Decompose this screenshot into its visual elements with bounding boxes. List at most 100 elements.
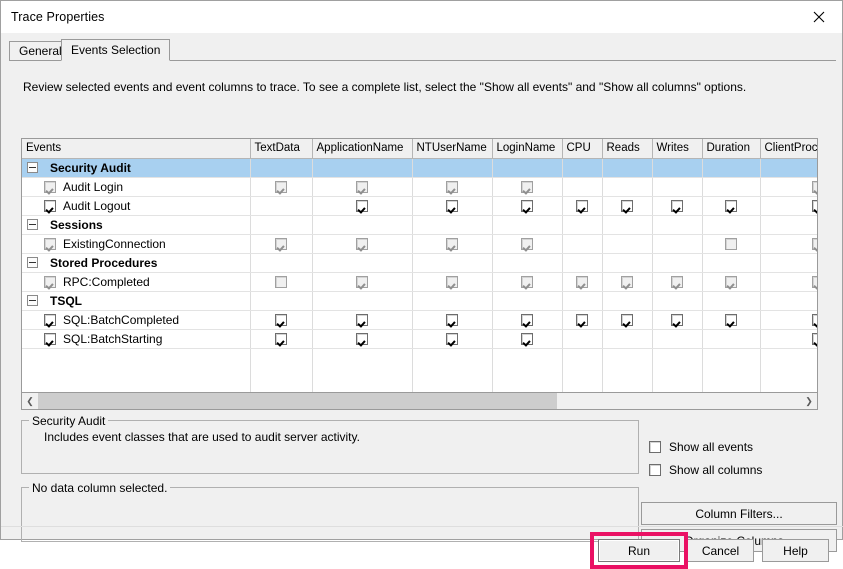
category-cell[interactable]: Stored Procedures bbox=[22, 253, 251, 273]
events-grid[interactable]: Events TextData ApplicationName NTUserNa… bbox=[21, 138, 818, 393]
column-cell[interactable] bbox=[652, 310, 703, 330]
event-row[interactable]: RPC:Completed bbox=[22, 272, 817, 292]
column-checkbox[interactable] bbox=[356, 199, 368, 212]
event-row[interactable]: Audit Login bbox=[22, 177, 817, 197]
column-checkbox[interactable] bbox=[521, 275, 533, 288]
column-cell[interactable] bbox=[492, 329, 563, 349]
column-cell[interactable] bbox=[492, 196, 563, 216]
column-checkbox[interactable] bbox=[725, 275, 737, 288]
column-cell[interactable] bbox=[492, 310, 563, 330]
column-header-loginname[interactable]: LoginName bbox=[492, 139, 563, 159]
column-cell[interactable] bbox=[562, 196, 603, 216]
event-cell[interactable]: Audit Logout bbox=[22, 196, 251, 216]
column-header-textdata[interactable]: TextData bbox=[250, 139, 313, 159]
column-checkbox[interactable] bbox=[725, 199, 737, 212]
column-cell[interactable] bbox=[652, 272, 703, 292]
column-cell[interactable] bbox=[412, 310, 493, 330]
column-cell[interactable] bbox=[562, 272, 603, 292]
column-checkbox[interactable] bbox=[671, 275, 683, 288]
column-checkbox[interactable] bbox=[356, 237, 368, 250]
column-cell[interactable] bbox=[760, 272, 817, 292]
column-cell[interactable] bbox=[702, 196, 761, 216]
column-cell[interactable] bbox=[702, 310, 761, 330]
column-checkbox[interactable] bbox=[621, 199, 633, 212]
column-cell[interactable] bbox=[602, 310, 653, 330]
column-checkbox[interactable] bbox=[521, 313, 533, 326]
column-checkbox[interactable] bbox=[446, 199, 458, 212]
column-checkbox[interactable] bbox=[521, 237, 533, 250]
category-cell[interactable]: Security Audit bbox=[22, 158, 251, 178]
tab-events-selection[interactable]: Events Selection bbox=[61, 39, 171, 61]
column-checkbox[interactable] bbox=[812, 313, 817, 326]
column-filters-button[interactable]: Column Filters... bbox=[641, 502, 837, 525]
column-checkbox[interactable] bbox=[521, 332, 533, 345]
column-cell[interactable] bbox=[492, 272, 563, 292]
close-icon[interactable] bbox=[796, 1, 842, 32]
show-all-columns-option[interactable]: Show all columns bbox=[649, 463, 762, 477]
event-enabled-checkbox[interactable] bbox=[44, 180, 56, 193]
event-cell[interactable]: SQL:BatchCompleted bbox=[22, 310, 251, 330]
event-enabled-checkbox[interactable] bbox=[44, 237, 56, 250]
column-checkbox[interactable] bbox=[812, 180, 817, 193]
column-cell[interactable] bbox=[760, 177, 817, 197]
event-enabled-checkbox[interactable] bbox=[44, 199, 56, 212]
column-cell[interactable] bbox=[412, 272, 493, 292]
column-checkbox[interactable] bbox=[671, 199, 683, 212]
column-cell[interactable] bbox=[412, 234, 493, 254]
event-cell[interactable]: SQL:BatchStarting bbox=[22, 329, 251, 349]
column-header-cpu[interactable]: CPU bbox=[562, 139, 603, 159]
chevron-right-icon[interactable]: ❯ bbox=[801, 393, 817, 409]
column-checkbox[interactable] bbox=[812, 332, 817, 345]
help-button[interactable]: Help bbox=[762, 539, 829, 562]
column-checkbox[interactable] bbox=[725, 313, 737, 326]
event-cell[interactable]: RPC:Completed bbox=[22, 272, 251, 292]
column-checkbox[interactable] bbox=[356, 180, 368, 193]
column-cell[interactable] bbox=[250, 329, 313, 349]
column-checkbox[interactable] bbox=[621, 313, 633, 326]
category-cell[interactable]: TSQL bbox=[22, 291, 251, 311]
cancel-button[interactable]: Cancel bbox=[687, 539, 754, 562]
column-checkbox[interactable] bbox=[356, 313, 368, 326]
category-row[interactable]: Stored Procedures bbox=[22, 253, 817, 273]
column-checkbox[interactable] bbox=[812, 199, 817, 212]
event-row[interactable]: SQL:BatchStarting bbox=[22, 329, 817, 349]
column-cell[interactable] bbox=[760, 196, 817, 216]
column-header-events[interactable]: Events bbox=[22, 139, 251, 159]
column-checkbox[interactable] bbox=[275, 237, 287, 250]
column-header-writes[interactable]: Writes bbox=[652, 139, 703, 159]
column-cell[interactable] bbox=[562, 310, 603, 330]
column-cell[interactable] bbox=[250, 234, 313, 254]
show-all-columns-checkbox[interactable] bbox=[649, 464, 661, 476]
column-cell[interactable] bbox=[492, 234, 563, 254]
column-checkbox[interactable] bbox=[446, 313, 458, 326]
run-button[interactable]: Run bbox=[598, 539, 680, 562]
column-checkbox[interactable] bbox=[275, 313, 287, 326]
column-cell[interactable] bbox=[412, 196, 493, 216]
category-cell[interactable]: Sessions bbox=[22, 215, 251, 235]
column-checkbox[interactable] bbox=[725, 237, 737, 250]
column-cell[interactable] bbox=[760, 329, 817, 349]
column-checkbox[interactable] bbox=[446, 332, 458, 345]
scrollbar-thumb[interactable] bbox=[38, 393, 557, 409]
column-cell[interactable] bbox=[702, 272, 761, 292]
column-checkbox[interactable] bbox=[446, 237, 458, 250]
column-cell[interactable] bbox=[250, 177, 313, 197]
chevron-left-icon[interactable]: ❮ bbox=[22, 393, 38, 409]
column-checkbox[interactable] bbox=[576, 199, 588, 212]
show-all-events-checkbox[interactable] bbox=[649, 441, 661, 453]
column-cell[interactable] bbox=[412, 329, 493, 349]
column-cell[interactable] bbox=[312, 234, 413, 254]
category-row[interactable]: Sessions bbox=[22, 215, 817, 235]
event-enabled-checkbox[interactable] bbox=[44, 275, 56, 288]
collapse-expander-icon[interactable] bbox=[27, 219, 38, 230]
column-cell[interactable] bbox=[312, 177, 413, 197]
horizontal-scrollbar[interactable]: ❮ ❯ bbox=[21, 393, 818, 410]
event-cell[interactable]: Audit Login bbox=[22, 177, 251, 197]
column-cell[interactable] bbox=[602, 196, 653, 216]
column-checkbox[interactable] bbox=[275, 180, 287, 193]
column-cell[interactable] bbox=[492, 177, 563, 197]
show-all-events-option[interactable]: Show all events bbox=[649, 440, 753, 454]
event-row[interactable]: ExistingConnection bbox=[22, 234, 817, 254]
column-checkbox[interactable] bbox=[812, 275, 817, 288]
event-enabled-checkbox[interactable] bbox=[44, 313, 56, 326]
